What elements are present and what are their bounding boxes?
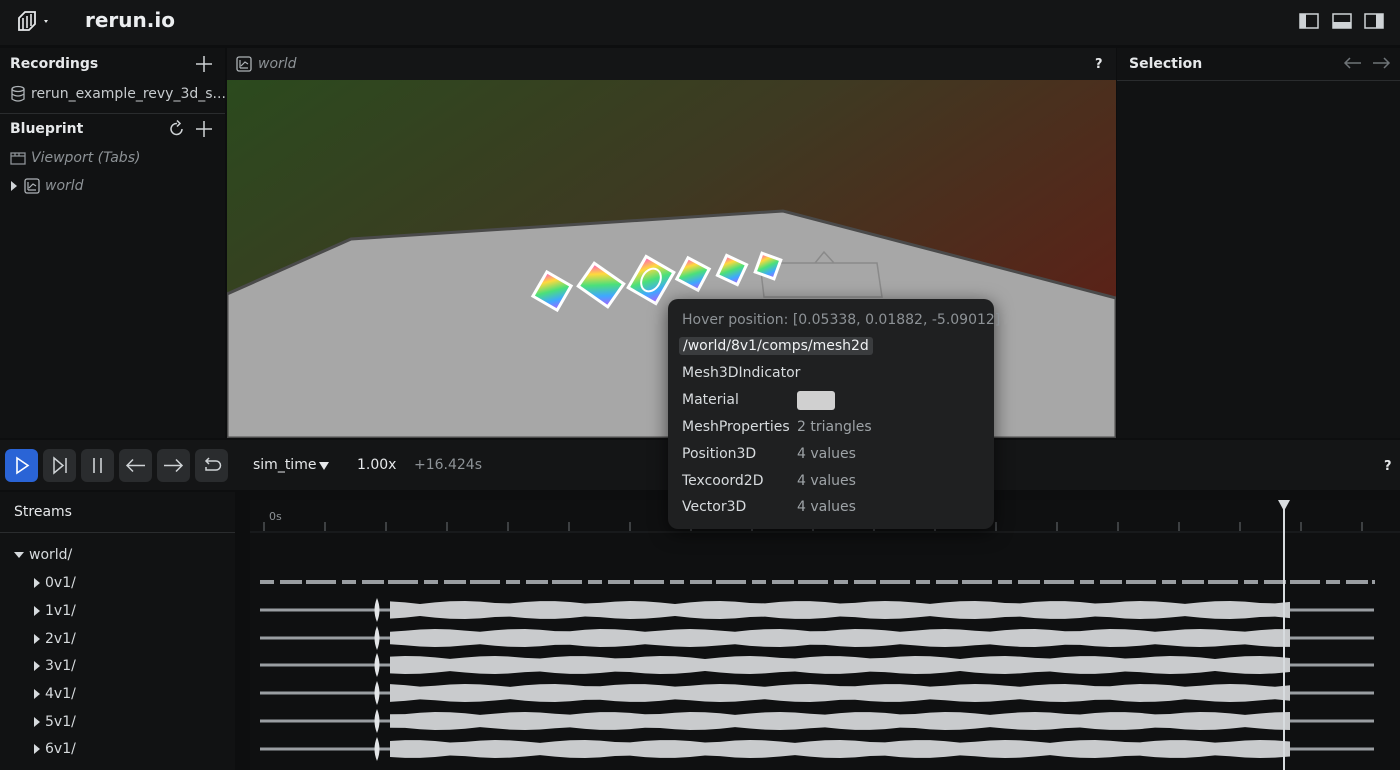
- expand-arrow-icon[interactable]: [10, 180, 18, 192]
- timeline-area[interactable]: [250, 500, 1400, 770]
- collapse-arrow-icon[interactable]: [13, 551, 25, 559]
- stream-track[interactable]: [390, 684, 1290, 702]
- component-name: MeshProperties: [682, 419, 790, 435]
- toggle-right-panel-icon[interactable]: [1364, 13, 1384, 31]
- entity-path-badge: /world/8v1/comps/mesh2d: [679, 337, 873, 355]
- component-name: Position3D: [682, 446, 757, 462]
- stream-track[interactable]: [390, 629, 1290, 647]
- viewport-tabs-icon: [10, 150, 26, 166]
- add-recording-icon[interactable]: [195, 55, 213, 73]
- stream-item[interactable]: 1v1/: [45, 603, 76, 619]
- step-back-button[interactable]: [119, 449, 152, 482]
- expand-arrow-icon[interactable]: [33, 660, 41, 672]
- stream-item[interactable]: 4v1/: [45, 686, 76, 702]
- stream-item[interactable]: 0v1/: [45, 575, 76, 591]
- play-button[interactable]: [5, 449, 38, 482]
- viewport-tree-item[interactable]: Viewport (Tabs): [31, 150, 140, 166]
- expand-arrow-icon[interactable]: [33, 688, 41, 700]
- component-value: 2 triangles: [797, 419, 872, 435]
- expand-arrow-icon[interactable]: [33, 605, 41, 617]
- add-view-icon[interactable]: [195, 120, 213, 138]
- dropdown-arrow-icon[interactable]: [318, 461, 330, 471]
- recordings-header: Recordings: [10, 56, 99, 72]
- expand-arrow-icon[interactable]: [33, 743, 41, 755]
- stream-root[interactable]: world/: [29, 547, 72, 563]
- viewport-help-icon[interactable]: ?: [1095, 57, 1103, 72]
- recording-item[interactable]: rerun_example_revy_3d_s...: [31, 86, 226, 102]
- view-2d-icon: [236, 56, 252, 72]
- left-panel: [0, 48, 225, 438]
- viewport-tab-bar: [227, 48, 1116, 80]
- selection-back-icon[interactable]: [1343, 56, 1363, 70]
- app-title: rerun.io: [85, 8, 175, 32]
- rerun-logo-icon[interactable]: [16, 10, 54, 34]
- view-2d-icon: [24, 178, 40, 194]
- component-value: 4 values: [797, 499, 856, 515]
- timeline-selector[interactable]: sim_time: [253, 457, 316, 473]
- component-value: 4 values: [797, 473, 856, 489]
- stream-track[interactable]: [390, 601, 1290, 619]
- current-time[interactable]: +16.424s: [414, 457, 482, 473]
- stream-item[interactable]: 6v1/: [45, 741, 76, 757]
- expand-arrow-icon[interactable]: [33, 716, 41, 728]
- divider: [0, 113, 225, 114]
- stream-track[interactable]: [390, 740, 1290, 758]
- timeline-help-icon[interactable]: ?: [1384, 459, 1392, 474]
- pause-button[interactable]: [81, 449, 114, 482]
- stream-track[interactable]: [390, 712, 1290, 730]
- loop-button[interactable]: [195, 449, 228, 482]
- database-icon: [10, 85, 26, 103]
- blueprint-header: Blueprint: [10, 121, 84, 137]
- component-name: Mesh3DIndicator: [682, 365, 801, 381]
- selection-forward-icon[interactable]: [1371, 56, 1391, 70]
- expand-arrow-icon[interactable]: [33, 633, 41, 645]
- toggle-left-panel-icon[interactable]: [1299, 13, 1319, 31]
- time-ruler-label: 0s: [269, 510, 282, 523]
- material-color-swatch: [797, 391, 835, 410]
- hover-position-text: Hover position: [0.05338, 0.01882, -5.09…: [682, 312, 1001, 328]
- component-name: Vector3D: [682, 499, 747, 515]
- component-name: Material: [682, 392, 739, 408]
- viewport-tab-title[interactable]: world: [258, 56, 297, 72]
- toggle-bottom-panel-icon[interactable]: [1332, 13, 1352, 31]
- top-bar: [0, 0, 1400, 45]
- follow-button[interactable]: [43, 449, 76, 482]
- divider: [1117, 80, 1400, 81]
- expand-arrow-icon[interactable]: [33, 577, 41, 589]
- playback-speed[interactable]: 1.00x: [357, 457, 396, 473]
- stream-item[interactable]: 2v1/: [45, 631, 76, 647]
- stream-item[interactable]: 3v1/: [45, 658, 76, 674]
- selection-title: Selection: [1129, 56, 1203, 72]
- component-name: Texcoord2D: [682, 473, 764, 489]
- hover-tooltip: [668, 299, 994, 529]
- selection-panel: [1117, 48, 1400, 438]
- reset-blueprint-icon[interactable]: [168, 120, 186, 138]
- stream-track[interactable]: [390, 656, 1290, 674]
- world-tree-item[interactable]: world: [45, 178, 84, 194]
- stream-item[interactable]: 5v1/: [45, 714, 76, 730]
- streams-header: Streams: [14, 504, 72, 520]
- streams-panel: [0, 492, 235, 770]
- playhead-handle[interactable]: [1278, 500, 1290, 511]
- component-value: 4 values: [797, 446, 856, 462]
- step-forward-button[interactable]: [157, 449, 190, 482]
- divider: [0, 532, 235, 533]
